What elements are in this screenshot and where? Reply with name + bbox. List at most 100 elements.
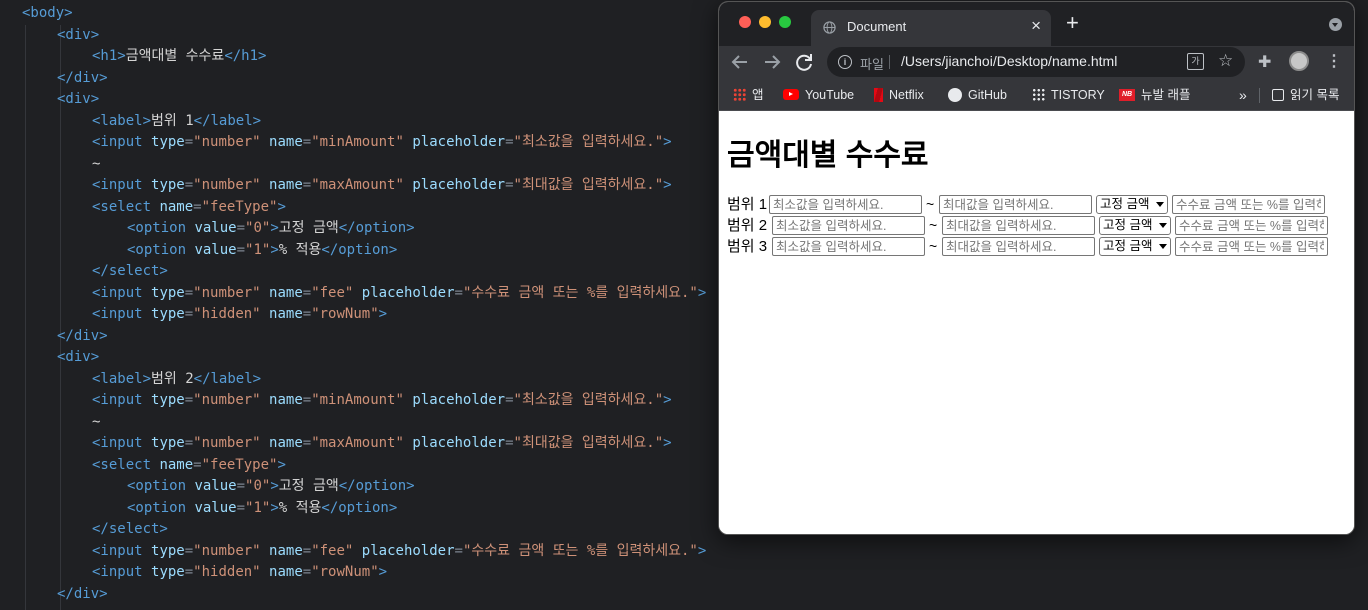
code-token: value <box>194 241 237 258</box>
bookmark-label: GitHub <box>968 88 1007 102</box>
info-icon[interactable]: i <box>838 55 852 69</box>
code-token: placeholder <box>412 177 506 193</box>
fee-type-select[interactable]: 고정 금액 <box>1096 195 1168 214</box>
extensions-puzzle-icon[interactable]: ✚ <box>1258 52 1271 72</box>
code-line: </div> <box>57 68 108 89</box>
code-token: "수수료 금액 또는 %를 입력하세요." <box>462 542 698 559</box>
code-token: = <box>505 435 514 451</box>
code-line: </div> <box>57 326 108 347</box>
min-amount-input[interactable] <box>769 195 922 214</box>
code-token: <label> <box>92 112 152 129</box>
bookmark-netflix[interactable]: Netflix <box>874 85 924 105</box>
code-line: ~ <box>92 154 100 175</box>
address-bar[interactable]: i 파일 /Users/jianchoi/Desktop/name.html 가… <box>827 47 1245 77</box>
fee-type-select[interactable]: 고정 금액 <box>1099 216 1171 235</box>
code-token: = <box>302 392 312 408</box>
code-token: <input <box>92 134 152 150</box>
fee-type-select[interactable]: 고정 금액 <box>1099 237 1171 256</box>
code-token: type <box>151 134 185 150</box>
bookmark-apps[interactable]: 앱 <box>733 85 764 105</box>
code-token: </option> <box>321 499 398 516</box>
code-line: <input type="number" name="maxAmount" pl… <box>92 175 672 196</box>
bookmarks-overflow-icon[interactable]: » <box>1239 85 1247 105</box>
page-content: 금액대별 수수료 범위 1 ~ 고정 금액 범위 2 ~ 고정 금액 범위 3 … <box>719 111 1354 534</box>
tab-document[interactable]: Document × <box>811 10 1051 46</box>
reading-list-button[interactable]: 읽기 목록 <box>1272 85 1339 105</box>
reading-list-icon <box>1272 88 1284 101</box>
code-token: = <box>302 435 312 451</box>
code-token: name <box>269 542 303 559</box>
code-token: type <box>151 177 185 193</box>
code-line: <input type="hidden" name="rowNum"> <box>92 562 387 583</box>
code-token: "0" <box>245 220 271 236</box>
code-line: </div> <box>57 584 108 605</box>
code-line: <label>범위 2</label> <box>92 369 261 390</box>
code-line: <input type="number" name="fee" placehol… <box>92 541 706 562</box>
translate-icon[interactable]: 가 <box>1187 53 1204 70</box>
code-token: "maxAmount" <box>311 177 404 193</box>
new-tab-button[interactable]: + <box>1066 12 1079 34</box>
bookmark-label: Netflix <box>889 88 924 102</box>
code-token: "rowNum" <box>311 564 379 580</box>
code-token: ~ <box>92 155 101 172</box>
forward-arrow-icon[interactable] <box>760 50 784 74</box>
tab-search-icon[interactable] <box>1329 18 1342 31</box>
fee-input[interactable] <box>1175 216 1328 235</box>
min-amount-input[interactable] <box>772 237 925 256</box>
minimize-window-button[interactable] <box>759 16 771 28</box>
code-token: = <box>302 564 312 580</box>
code-token: name <box>159 456 194 473</box>
code-token: = <box>302 134 312 150</box>
profile-avatar[interactable] <box>1289 51 1309 71</box>
code-token: "maxAmount" <box>311 435 404 451</box>
code-token: > <box>277 456 286 473</box>
code-line: <div> <box>57 25 99 46</box>
code-token: > <box>663 177 672 193</box>
code-token: > <box>697 284 707 301</box>
code-token: name <box>269 177 303 193</box>
max-amount-input[interactable] <box>942 237 1095 256</box>
code-token: placeholder <box>412 435 506 451</box>
fee-type-value: 고정 금액 <box>1100 197 1150 211</box>
bookmark-github[interactable]: GitHub <box>948 85 1007 105</box>
code-token: </label> <box>193 112 262 129</box>
code-token: "feeType" <box>201 456 278 473</box>
code-token: </option> <box>338 478 415 494</box>
code-token: placeholder <box>412 392 506 408</box>
bookmark-youtube[interactable]: YouTube <box>783 85 854 105</box>
code-token: > <box>378 306 388 322</box>
code-token: name <box>269 564 303 580</box>
bookmark-tistory[interactable]: TISTORY <box>1032 85 1105 105</box>
code-token: "최소값을 입력하세요." <box>513 134 664 150</box>
max-amount-input[interactable] <box>942 216 1095 235</box>
max-amount-input[interactable] <box>939 195 1092 214</box>
code-token: "최소값을 입력하세요." <box>513 392 664 408</box>
min-amount-input[interactable] <box>772 216 925 235</box>
code-line: <input type="number" name="maxAmount" pl… <box>92 433 672 454</box>
code-line: <div> <box>57 89 99 110</box>
fee-input[interactable] <box>1175 237 1328 256</box>
code-token: "수수료 금액 또는 %를 입력하세요." <box>462 284 698 301</box>
bookmark-newbalance[interactable]: NB 뉴발 래플 <box>1119 85 1190 105</box>
more-menu-icon[interactable]: ⋮ <box>1326 51 1342 71</box>
code-token: placeholder <box>361 542 455 559</box>
reload-icon[interactable] <box>792 50 816 74</box>
close-tab-icon[interactable]: × <box>1031 17 1041 34</box>
fee-input[interactable] <box>1172 195 1325 214</box>
code-token: > <box>378 564 388 580</box>
code-line: </select> <box>92 519 168 540</box>
close-window-button[interactable] <box>739 16 751 28</box>
url-text[interactable]: /Users/jianchoi/Desktop/name.html <box>901 53 1117 69</box>
code-token: <input <box>92 564 152 580</box>
code-token: "number" <box>193 542 261 559</box>
code-line: <option value="0">고정 금액</option> <box>127 218 415 239</box>
code-token: "0" <box>245 478 271 494</box>
back-arrow-icon[interactable] <box>728 50 752 74</box>
bookmark-star-icon[interactable]: ☆ <box>1218 51 1233 71</box>
netflix-icon <box>874 87 883 102</box>
reading-list-label: 읽기 목록 <box>1290 88 1340 102</box>
zoom-window-button[interactable] <box>779 16 791 28</box>
